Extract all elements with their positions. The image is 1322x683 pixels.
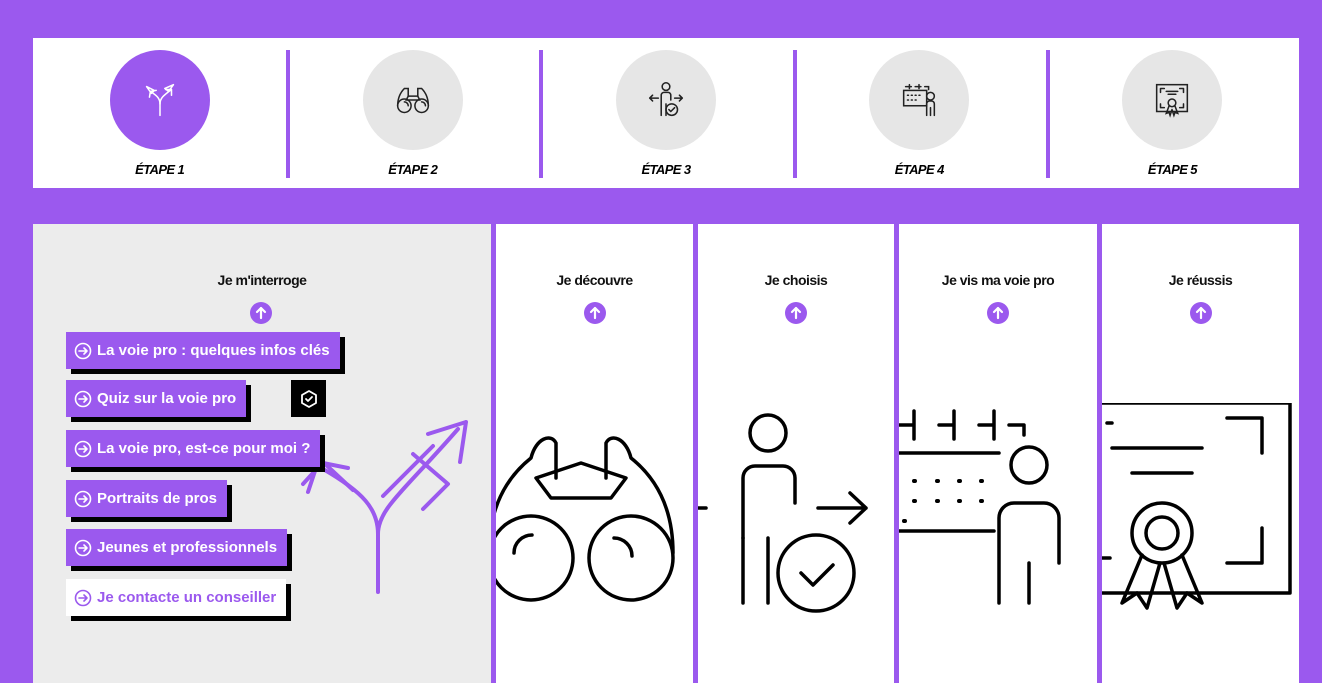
panel-title: Je choisis <box>764 272 828 288</box>
arrow-right-circle-icon <box>74 490 92 507</box>
calendar-person-icon <box>869 50 970 150</box>
menu-button-pour-moi[interactable]: La voie pro, est-ce pour moi ? <box>66 430 321 467</box>
menu-button-jeunes-pros[interactable]: Jeunes et professionnels <box>66 529 288 566</box>
menu-button-infos-cles[interactable]: La voie pro : quelques infos clés <box>66 332 340 369</box>
panel-je-decouvre: Je découvre <box>496 224 693 683</box>
person-choice-icon <box>616 50 716 150</box>
person-choice-illustration <box>698 413 868 613</box>
certificate-icon <box>1122 50 1223 150</box>
menu-button-portraits[interactable]: Portraits de pros <box>66 480 228 517</box>
step-label: ÉTAPE 2 <box>388 162 438 177</box>
step-label: ÉTAPE 3 <box>641 162 691 177</box>
steps-bar: ÉTAPE 1 ÉTAPE 2 ÉTAPE 3 ÉTAPE 4 ÉTAPE 5 <box>33 38 1299 188</box>
menu-button-label: La voie pro : quelques infos clés <box>97 342 330 359</box>
arrow-right-circle-icon <box>74 589 92 606</box>
arrow-up-icon[interactable] <box>1189 302 1212 324</box>
panel-je-vis-ma-voie-pro: Je vis ma voie pro <box>899 224 1097 683</box>
arrow-right-circle-icon <box>74 539 92 556</box>
arrow-right-circle-icon <box>74 390 92 407</box>
arrow-up-icon[interactable] <box>785 302 807 324</box>
binoculars-illustration <box>496 436 675 602</box>
step-label: ÉTAPE 4 <box>894 162 945 177</box>
binoculars-icon <box>362 50 463 150</box>
step-2[interactable]: ÉTAPE 2 <box>286 38 539 188</box>
arrow-up-icon[interactable] <box>583 302 606 324</box>
menu-button-label: Jeunes et professionnels <box>97 539 278 556</box>
panel-title: Je découvre <box>556 272 633 288</box>
menu-button-label: Portraits de pros <box>97 490 218 507</box>
panel-je-choisis: Je choisis <box>698 224 894 683</box>
menu-button-label: Je contacte un conseiller <box>97 589 277 606</box>
arrow-right-circle-icon <box>74 440 92 457</box>
panel-title: Je réussis <box>1168 272 1233 288</box>
arrow-up-icon[interactable] <box>987 302 1009 324</box>
step-3[interactable]: ÉTAPE 3 <box>539 38 792 188</box>
step-label: ÉTAPE 5 <box>1147 162 1198 177</box>
menu-button-label: La voie pro, est-ce pour moi ? <box>97 440 311 457</box>
menu-button-quiz[interactable]: Quiz sur la voie pro <box>66 380 247 417</box>
panel-title: Je m'interroge <box>217 272 307 288</box>
cube-check-icon <box>291 380 326 417</box>
step-1[interactable]: ÉTAPE 1 <box>33 38 286 188</box>
menu-button-contact-conseiller[interactable]: Je contacte un conseiller <box>66 579 287 616</box>
panel-title: Je vis ma voie pro <box>941 272 1055 288</box>
arrow-up-icon[interactable] <box>250 302 272 324</box>
panel-je-reussis: Je réussis <box>1102 224 1299 683</box>
step-label: ÉTAPE 1 <box>135 162 185 177</box>
step-4[interactable]: ÉTAPE 4 <box>792 38 1046 188</box>
menu-button-label: Quiz sur la voie pro <box>97 390 237 407</box>
crossroads-arrows-icon <box>109 50 210 150</box>
certificate-illustration <box>1102 403 1292 610</box>
panel-je-minterroge: Je m'interroge La voie pro : quelques in… <box>33 224 491 683</box>
calendar-person-illustration <box>899 409 1061 605</box>
steps-panels: Je m'interroge La voie pro : quelques in… <box>33 224 1299 683</box>
arrow-right-circle-icon <box>74 342 92 359</box>
step-5[interactable]: ÉTAPE 5 <box>1045 38 1299 188</box>
